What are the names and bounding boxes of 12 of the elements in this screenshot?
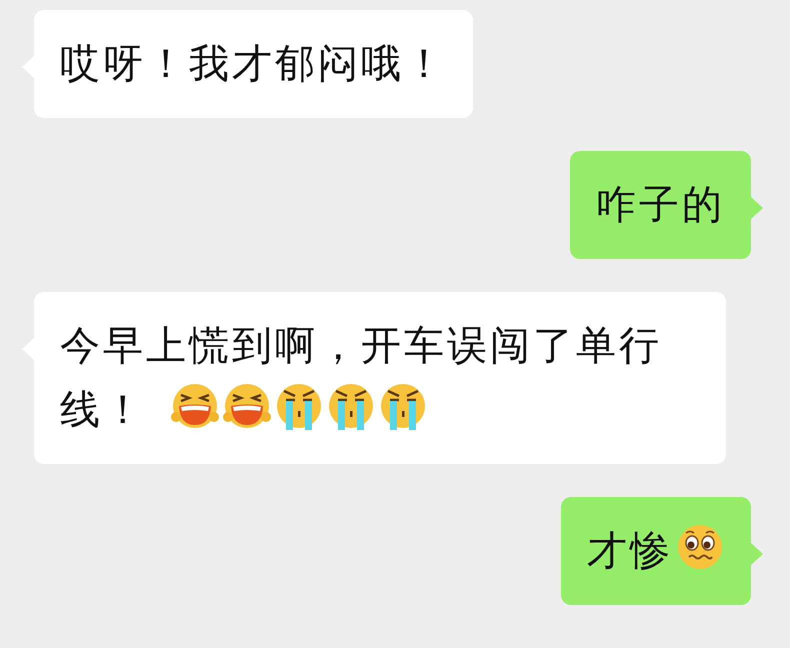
laughing-face-icon [170,381,220,431]
received-message-bubble: 哎呀！我才郁闷哦！ [34,10,473,118]
worried-face-icon [675,522,725,572]
crying-face-icon [274,381,324,431]
received-message-bubble: 今早上慌到啊，开车误闯了单行线！ [34,292,726,464]
crying-face-icon [378,381,428,431]
bubble-tail [751,543,763,565]
laughing-face-icon [222,381,272,431]
sent-message-bubble: 咋子的 [570,151,751,259]
crying-face-icon [326,381,376,431]
bubble-tail [751,197,763,219]
sent-message-bubble: 才惨 [561,497,751,605]
